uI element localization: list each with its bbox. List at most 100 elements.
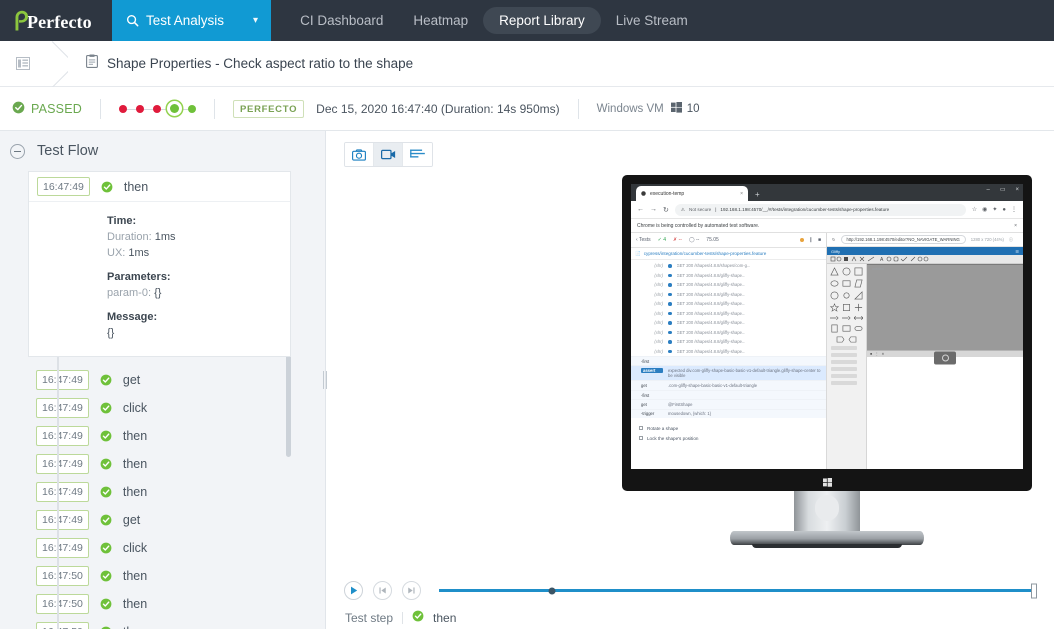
- log-line: (xhr) GET 200 /shapes/4.8.8/gliffy-shape.…: [631, 309, 826, 319]
- bookmark-star-icon[interactable]: ☆: [972, 206, 977, 213]
- minimize-icon[interactable]: –: [986, 187, 989, 193]
- monitor-stand-neck: [794, 491, 860, 531]
- gliffy-window-title: Gliffy ☰: [827, 247, 1023, 255]
- chrome-icon[interactable]: [668, 468, 678, 470]
- test-flow-scrollbar[interactable]: [286, 353, 291, 457]
- history-dot-3[interactable]: [153, 104, 161, 113]
- panel-splitter-handle[interactable]: [320, 131, 330, 629]
- list-item[interactable]: 16:47:50 then: [28, 618, 291, 629]
- maximize-icon[interactable]: ▭: [1000, 186, 1006, 193]
- list-item[interactable]: 16:47:49 get: [28, 366, 291, 394]
- cypress-command-panel: ‹ Tests ✓ 4 ✗ -- ◯ -- 75.05 ❙ ■ 📄 cypres…: [631, 233, 827, 469]
- cypress-command[interactable]: -first: [631, 356, 826, 365]
- previous-step-button[interactable]: [373, 581, 392, 600]
- cypress-spec-path: 📄 cypress/integration/cucumber-tests/sha…: [631, 248, 826, 260]
- extension-icon[interactable]: ◉: [982, 206, 987, 213]
- gliffy-shape-palette[interactable]: [827, 264, 867, 469]
- shape-group-row[interactable]: [831, 367, 857, 371]
- list-item[interactable]: 16:47:49 then: [28, 478, 291, 506]
- cypress-command[interactable]: get @FirstShape: [631, 399, 826, 409]
- info-icon[interactable]: ⓘ: [1009, 237, 1013, 243]
- gliffy-body: untitled ■ ⋮ ✕: [827, 264, 1023, 469]
- cypress-command-selected[interactable]: assert expected div.com-gliffy-shape-basi…: [631, 365, 826, 381]
- expanded-step-header[interactable]: 16:47:49 then: [29, 172, 290, 202]
- chevron-down-icon[interactable]: ▾: [253, 15, 258, 26]
- forward-icon[interactable]: →: [650, 206, 657, 213]
- gliffy-title-text: Gliffy: [831, 248, 841, 254]
- back-icon[interactable]: ←: [637, 206, 644, 213]
- step-name: click: [122, 400, 148, 415]
- shape-row: [829, 336, 864, 343]
- close-icon[interactable]: ×: [740, 191, 743, 197]
- test-flow-steps-scroll[interactable]: 16:47:49 then Time: Duration: 1ms UX: 1m…: [0, 171, 325, 629]
- file-icon: 📄: [635, 250, 641, 256]
- camera-icon[interactable]: [345, 143, 374, 166]
- next-step-button[interactable]: [402, 581, 421, 600]
- log-line: (xhr) GET 200 /shapes/4.8.8/gliffy-shape.…: [631, 299, 826, 309]
- reload-icon[interactable]: ↻: [832, 237, 836, 242]
- shape-group-row[interactable]: [831, 353, 857, 357]
- playback-step-marker[interactable]: [548, 587, 556, 594]
- close-icon[interactable]: ✕: [881, 352, 884, 356]
- browser-menu-icon[interactable]: ⋮: [1011, 206, 1017, 213]
- cypress-command[interactable]: -first: [631, 390, 826, 400]
- pending-count-value: --: [695, 237, 700, 243]
- page-title: Shape Properties - Check aspect ratio to…: [107, 56, 414, 71]
- new-tab-icon[interactable]: +: [755, 190, 760, 199]
- list-item[interactable]: 16:47:49 get: [28, 506, 291, 534]
- history-dot-1[interactable]: [119, 104, 127, 113]
- gliffy-canvas[interactable]: untitled ■ ⋮ ✕: [867, 264, 1023, 469]
- list-item[interactable]: 16:47:49 then: [28, 422, 291, 450]
- canvas-label: untitled: [872, 267, 884, 271]
- shape-group-row[interactable]: [831, 346, 857, 350]
- cypress-command[interactable]: get .com-gliffy-shape-basic-basic-v1-defa…: [631, 380, 826, 391]
- report-list-icon[interactable]: [0, 41, 46, 87]
- breadcrumb-current[interactable]: Shape Properties - Check aspect ratio to…: [86, 54, 413, 73]
- reload-icon[interactable]: ↻: [663, 206, 669, 214]
- stop-icon[interactable]: ■: [818, 237, 821, 243]
- avatar[interactable]: ●: [1002, 207, 1006, 213]
- back-to-tests-button[interactable]: ‹ Tests: [636, 237, 651, 243]
- list-item[interactable]: 16:47:50 then: [28, 562, 291, 590]
- check-circle-icon: [100, 542, 112, 554]
- minus-circle-icon[interactable]: [10, 143, 25, 159]
- report-lines-icon[interactable]: [403, 143, 432, 166]
- device-monitor-preview[interactable]: execution-temp × + – ▭ × ← → ↻ ⚠ Not sec…: [622, 175, 1032, 548]
- checkbox-rotate-shape[interactable]: Rotate a shape: [639, 423, 826, 433]
- browser-tab[interactable]: execution-temp ×: [636, 186, 748, 201]
- shape-group-row[interactable]: [831, 360, 857, 364]
- tab-test-analysis[interactable]: Test Analysis ▾: [112, 0, 272, 41]
- pause-icon[interactable]: ❙: [809, 237, 813, 243]
- checkbox-lock-position[interactable]: Lock the shape's position: [639, 433, 826, 443]
- close-icon[interactable]: ×: [1014, 223, 1017, 229]
- shape-group-row[interactable]: [831, 374, 857, 378]
- history-dot-5[interactable]: [188, 104, 196, 113]
- list-item[interactable]: 16:47:50 then: [28, 590, 291, 618]
- list-item[interactable]: 16:47:49 click: [28, 534, 291, 562]
- address-bar[interactable]: ⚠ Not secure | 192.168.1.198:4570/__/#/t…: [674, 203, 966, 216]
- windows-start-icon[interactable]: [636, 468, 643, 470]
- nav-item-report-library[interactable]: Report Library: [483, 7, 601, 34]
- history-dot-4-selected[interactable]: [170, 104, 179, 113]
- close-icon[interactable]: ×: [1015, 187, 1019, 193]
- checkbox-label: Rotate a shape: [647, 425, 679, 431]
- perfecto-leaf-logo-icon: [12, 10, 29, 31]
- expanded-step[interactable]: 16:47:49 then Time: Duration: 1ms UX: 1m…: [28, 171, 291, 357]
- list-item[interactable]: 16:47:49 then: [28, 450, 291, 478]
- brand-logo[interactable]: Perfecto: [0, 0, 112, 41]
- nav-item-ci-dashboard[interactable]: CI Dashboard: [285, 7, 398, 34]
- playback-progress-track[interactable]: [439, 583, 1037, 598]
- play-button[interactable]: [344, 581, 363, 600]
- shape-drag-handle[interactable]: [934, 351, 956, 365]
- nav-item-heatmap[interactable]: Heatmap: [398, 7, 483, 34]
- cortana-icon[interactable]: [652, 468, 659, 470]
- nav-item-live-stream[interactable]: Live Stream: [601, 7, 703, 34]
- history-dot-2[interactable]: [136, 104, 144, 113]
- playback-thumb[interactable]: [1031, 583, 1037, 598]
- cypress-command[interactable]: -trigger mousedown, {which: 1}: [631, 408, 826, 419]
- spec-path-label: cypress/integration/cucumber-tests/shape…: [643, 251, 767, 256]
- pin-icon[interactable]: ✦: [992, 206, 997, 213]
- list-item[interactable]: 16:47:49 click: [28, 394, 291, 422]
- video-camera-icon[interactable]: [374, 143, 403, 166]
- shape-group-row[interactable]: [831, 381, 857, 385]
